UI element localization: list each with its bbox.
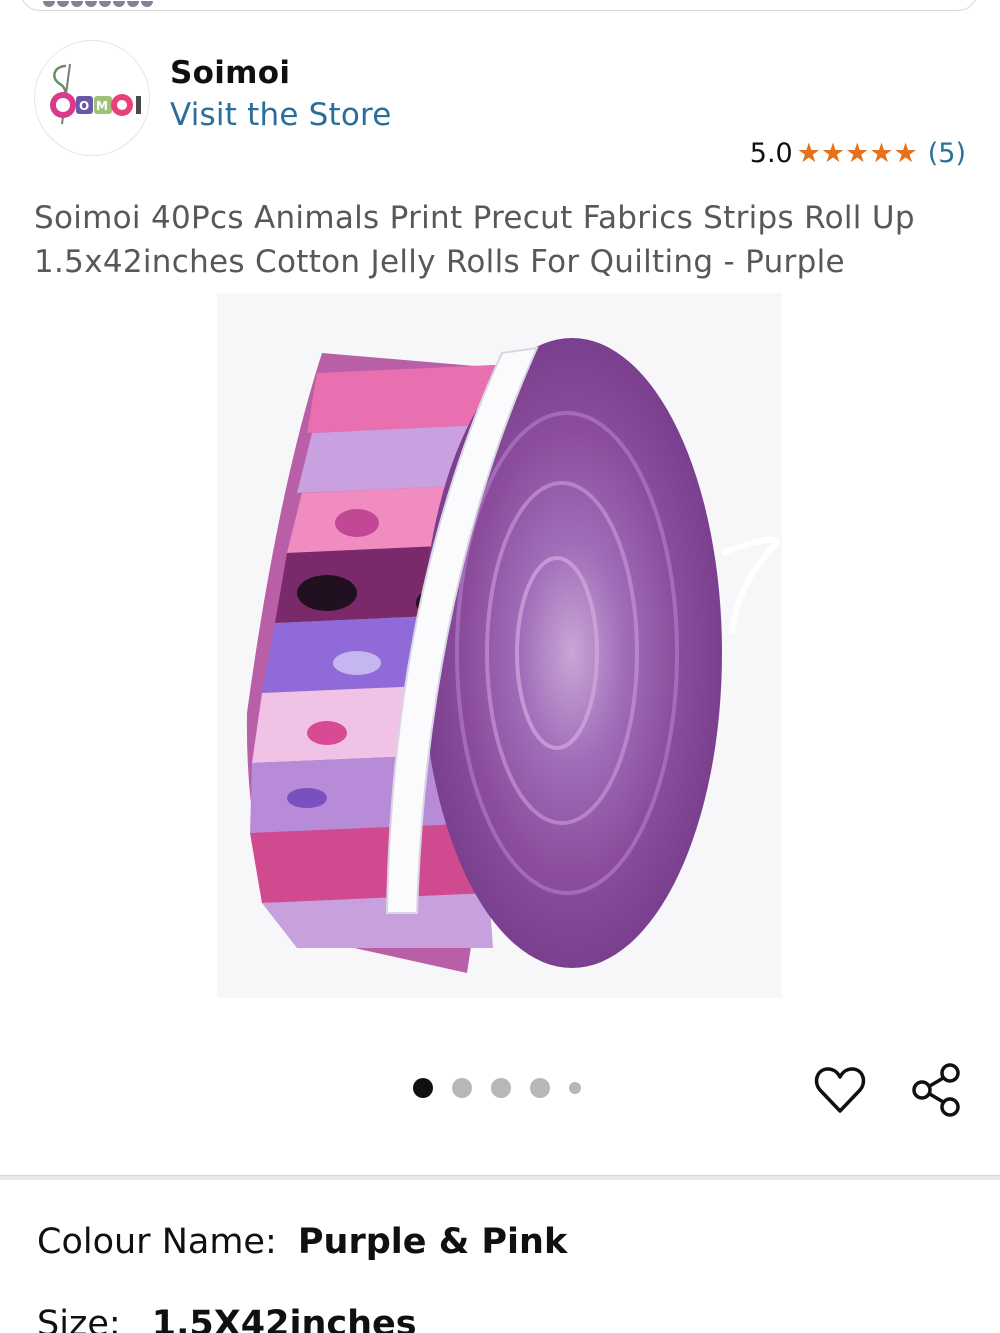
share-button[interactable] [908,1062,964,1118]
colour-label: Colour Name: [37,1222,277,1262]
size-value: 1.5X42inches [151,1304,417,1333]
carousel-dot[interactable] [452,1078,472,1098]
wishlist-button[interactable] [812,1062,868,1118]
rating-value: 5.0 [749,138,793,169]
search-bar-remnant[interactable] [20,0,978,11]
carousel-dot[interactable] [413,1078,433,1098]
star-rating-icon: ★★★★★ [796,138,918,169]
svg-text:M: M [96,99,108,113]
soimoi-logo-icon: O M [50,63,141,125]
image-carousel-dots[interactable] [413,1078,581,1098]
decorative-pattern [43,1,153,7]
size-selector[interactable]: Size: 1.5X42inches [37,1300,417,1333]
carousel-dot[interactable] [491,1078,511,1098]
visit-store-link[interactable]: Visit the Store [170,93,392,137]
svg-text:O: O [79,99,89,113]
rating-summary[interactable]: 5.0 ★★★★★ (5) [750,138,966,169]
heart-icon [814,1067,866,1113]
colour-selector[interactable]: Colour Name: Purple & Pink [37,1218,567,1266]
store-block[interactable]: O M Soimoi Visit the Store [34,40,392,156]
colour-value: Purple & Pink [297,1222,568,1262]
fabric-roll-image [217,293,782,998]
section-divider [0,1175,1000,1180]
store-name[interactable]: Soimoi [170,53,392,93]
carousel-dot[interactable] [569,1082,581,1094]
product-page: O M Soimoi Visit the Store 5.0 ★★★★★ (5)… [0,0,1000,1333]
carousel-dot[interactable] [530,1078,550,1098]
product-image[interactable] [217,293,782,998]
share-icon [912,1063,960,1117]
product-title: Soimoi 40Pcs Animals Print Precut Fabric… [34,200,915,280]
size-label: Size: [37,1304,121,1333]
rating-count-link[interactable]: (5) [928,138,966,169]
store-logo[interactable]: O M [34,40,150,156]
